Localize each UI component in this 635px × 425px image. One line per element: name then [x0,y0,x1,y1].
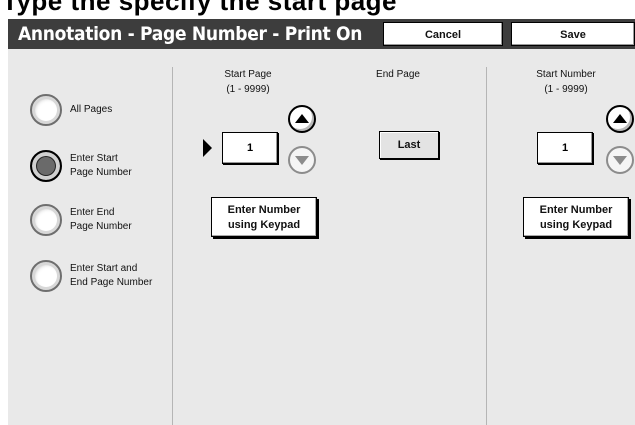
end-page-label: End Page [376,69,420,80]
start-number-down-button[interactable] [606,146,634,174]
top-instruction-text: Type the specify the start page [2,0,398,16]
arrow-up-icon [295,114,309,123]
start-number-value[interactable]: 1 [537,132,593,164]
radio-button[interactable] [30,204,62,236]
radio-label: Enter Start and End Page Number [70,263,153,288]
start-page-up-button[interactable] [288,105,316,133]
end-page-value: Last [379,131,439,159]
start-number-up-button[interactable] [606,105,634,133]
start-page-value[interactable]: 1 [222,132,278,164]
arrow-up-icon [613,114,627,123]
header-bar: Annotation - Page Number - Print On Canc… [8,19,635,49]
radio-label: Enter Start Page Number [70,153,132,178]
selection-indicator-icon [203,139,212,157]
radio-label: Enter End Page Number [70,207,132,232]
arrow-down-icon [613,156,627,165]
page-title: Annotation - Page Number - Print On [18,23,363,45]
top-instruction-strip: Type the specify the start page [0,0,635,18]
start-number-label: Start Number (1 - 9999) [536,69,596,95]
radio-label: All Pages [70,104,113,115]
start-page-label: Start Page (1 - 9999) [224,69,272,95]
divider-left [172,67,173,425]
settings-panel: All Pages Enter Start Page Number Enter … [8,49,635,425]
save-button[interactable]: Save [511,22,635,46]
radio-button[interactable] [30,260,62,292]
arrow-down-icon [295,156,309,165]
cancel-button[interactable]: Cancel [383,22,503,46]
start-page-keypad-button[interactable]: Enter Number using Keypad [211,197,317,237]
radio-button-selected[interactable] [30,150,62,182]
start-number-keypad-button[interactable]: Enter Number using Keypad [523,197,629,237]
radio-button[interactable] [30,94,62,126]
divider-right [486,67,487,425]
start-page-down-button[interactable] [288,146,316,174]
